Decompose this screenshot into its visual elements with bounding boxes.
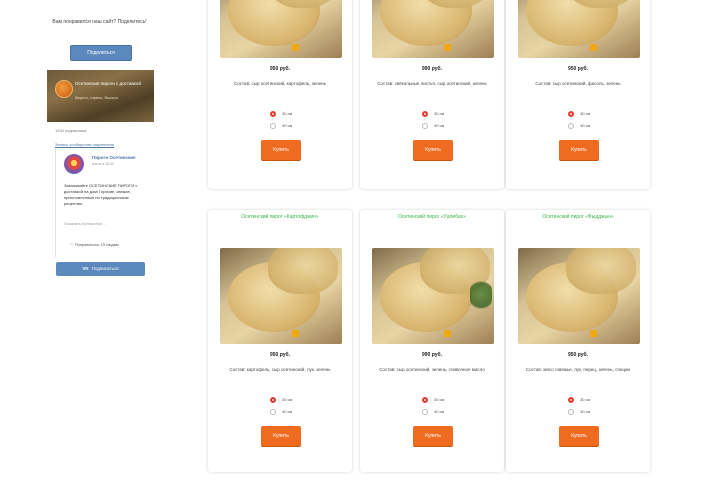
radio-unchecked-icon [422, 122, 428, 129]
community-logo-icon [55, 80, 73, 98]
vk-cover-image[interactable]: Осетинские пироги с доставкой Вкусно, го… [47, 70, 154, 122]
buy-button[interactable]: Купить [413, 140, 453, 160]
product-description: Состав: картофель, сыр осетинский, лук, … [229, 367, 331, 372]
vk-post: Пироги Осетинские вчера в 18:30 Заказыва… [55, 149, 150, 257]
product-price: 990 руб. [422, 66, 442, 72]
product-image[interactable] [220, 248, 342, 344]
product-image[interactable] [372, 0, 494, 58]
buy-button[interactable]: Купить [261, 426, 301, 446]
product-image[interactable] [372, 248, 494, 344]
radio-unchecked-icon [270, 122, 276, 129]
vk-subscriber-count: 1234 подписчика [55, 128, 87, 133]
vk-pinned-post-link[interactable]: Запись сообщества закреплена [55, 142, 114, 147]
product-image[interactable] [518, 248, 640, 344]
product-price: 950 руб. [568, 66, 588, 72]
size-option-label: 30 см [580, 397, 591, 402]
vk-post-date: вчера в 18:30 [92, 162, 114, 166]
vk-likes[interactable]: ♡ Понравилось 15 людям [70, 242, 119, 247]
size-option-label: 40 см [282, 123, 293, 128]
sidebar: Вам понравился наш сайт? Поделитесь! Под… [0, 0, 200, 480]
size-option-radio[interactable]: 30 см [270, 396, 292, 404]
product-price: 990 руб. [422, 352, 442, 358]
size-option-radio[interactable]: 30 см [568, 396, 590, 404]
size-option-radio[interactable]: 40 см [568, 122, 590, 130]
size-option-radio[interactable]: 40 см [568, 408, 590, 416]
size-option-label: 30 см [282, 397, 293, 402]
product-price: 950 руб. [270, 352, 290, 358]
vk-subscribe-button[interactable]: VK Подписаться [56, 262, 145, 276]
product-image[interactable] [518, 0, 640, 58]
product-card: Осетинский пирог «Фыдджын» 950 руб. Сост… [506, 210, 650, 472]
vk-cover-subtitle: Вкусно, горячо, быстро [75, 95, 118, 100]
buy-button[interactable]: Купить [559, 426, 599, 446]
size-option-radio[interactable]: 40 см [422, 122, 444, 130]
pie-badge-icon [444, 330, 451, 337]
size-option-radio[interactable]: 30 см [270, 110, 292, 118]
vk-community-widget: Осетинские пироги с доставкой Вкусно, го… [47, 70, 154, 282]
pie-badge-icon [292, 44, 299, 51]
share-button[interactable]: Поделиться [70, 45, 132, 61]
vk-cover-name: Осетинские пироги с доставкой [75, 81, 141, 86]
radio-unchecked-icon [568, 408, 574, 415]
size-option-radio[interactable]: 40 см [422, 408, 444, 416]
size-option-label: 30 см [434, 111, 445, 116]
radio-checked-icon [568, 110, 574, 117]
buy-button[interactable]: Купить [559, 140, 599, 160]
product-image[interactable] [220, 0, 342, 58]
size-option-label: 40 см [580, 409, 591, 414]
product-title[interactable]: Осетинский пирог «Картофджин» [214, 214, 346, 221]
product-description: Состав: свёкольные листья, сыр осетински… [377, 81, 487, 86]
vk-post-text: Заказывайте ОСЕТИНСКИЕ ПИРОГИ с доставко… [64, 183, 138, 206]
buy-button[interactable]: Купить [413, 426, 453, 446]
size-option-radio[interactable]: 30 см [422, 396, 444, 404]
product-description: Состав: сыр осетинский, картофель, зелен… [234, 81, 326, 86]
size-option-label: 40 см [580, 123, 591, 128]
share-title: Вам понравился наш сайт? Поделитесь! [52, 19, 147, 25]
size-option-label: 30 см [580, 111, 591, 116]
radio-unchecked-icon [422, 408, 428, 415]
product-price: 950 руб. [568, 352, 588, 358]
radio-unchecked-icon [568, 122, 574, 129]
radio-checked-icon [422, 396, 428, 403]
size-option-label: 30 см [282, 111, 293, 116]
product-description: Состав: мясо говяжье, лук, перец, зелень… [525, 367, 631, 372]
buy-button[interactable]: Купить [261, 140, 301, 160]
pie-badge-icon [590, 330, 597, 337]
product-title[interactable]: Осетинский пирог «Уалибах» [366, 214, 498, 221]
product-card: 950 руб. Состав: сыр осетинский, фасоль,… [506, 0, 650, 189]
product-card: Осетинский пирог «Картофджин» 950 руб. С… [208, 210, 352, 472]
radio-unchecked-icon [270, 408, 276, 415]
vk-subscribe-label: Подписаться [91, 266, 119, 271]
vk-show-more-link[interactable]: Показать полностью… [64, 221, 106, 226]
size-option-label: 40 см [282, 409, 293, 414]
size-option-radio[interactable]: 40 см [270, 408, 292, 416]
size-option-label: 30 см [434, 397, 445, 402]
product-title[interactable]: Осетинский пирог «Фыдджын» [512, 214, 644, 221]
product-card: Осетинский пирог «Уалибах» 990 руб. Сост… [360, 210, 504, 472]
product-description: Состав: сыр осетинский, зелень, сливочно… [379, 367, 485, 372]
size-option-label: 40 см [434, 409, 445, 414]
size-option-label: 40 см [434, 123, 445, 128]
pie-badge-icon [292, 330, 299, 337]
product-card: 990 руб. Состав: свёкольные листья, сыр … [360, 0, 504, 189]
size-option-radio[interactable]: 30 см [568, 110, 590, 118]
pie-badge-icon [444, 44, 451, 51]
size-option-radio[interactable]: 30 см [422, 110, 444, 118]
vk-post-author[interactable]: Пироги Осетинские [92, 155, 136, 160]
vk-logo-icon: VK [82, 266, 89, 271]
radio-checked-icon [422, 110, 428, 117]
product-description: Состав: сыр осетинский, фасоль, зелень [535, 81, 621, 86]
size-option-radio[interactable]: 40 см [270, 122, 292, 130]
radio-checked-icon [270, 396, 276, 403]
radio-checked-icon [270, 110, 276, 117]
avatar[interactable] [64, 154, 84, 174]
product-card: 950 руб. Состав: сыр осетинский, картофе… [208, 0, 352, 189]
pie-badge-icon [590, 44, 597, 51]
radio-checked-icon [568, 396, 574, 403]
product-price: 950 руб. [270, 66, 290, 72]
